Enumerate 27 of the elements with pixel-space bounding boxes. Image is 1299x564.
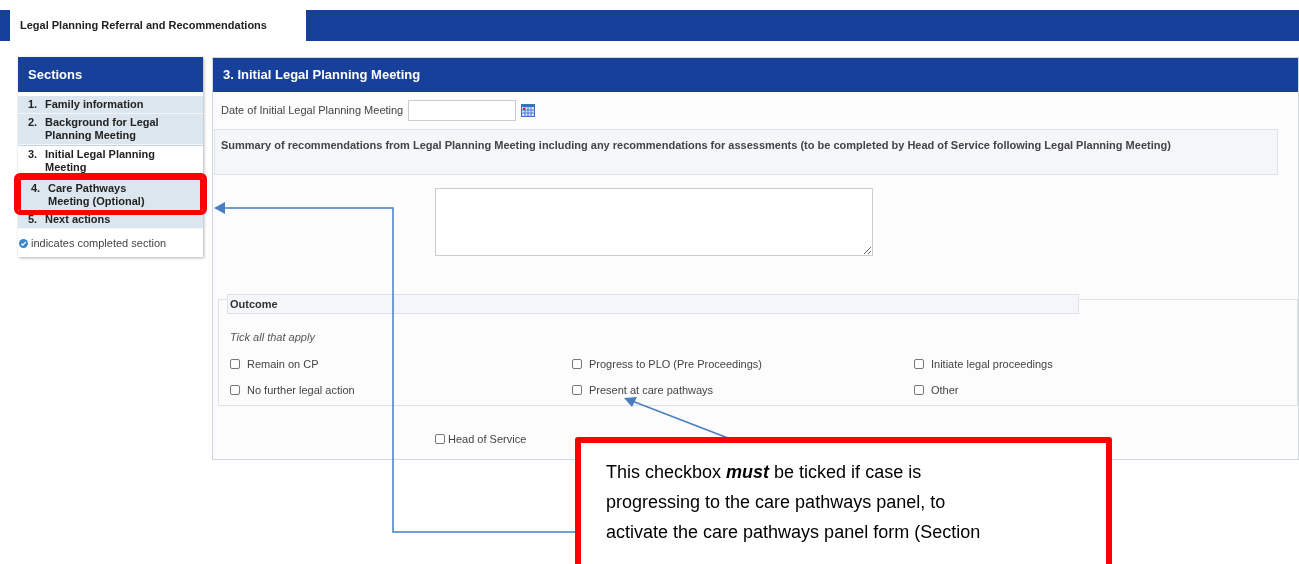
- checkbox-label: Progress to PLO (Pre Proceedings): [589, 356, 763, 372]
- section-link[interactable]: 2. Background for Legal Planning Meeting: [18, 114, 203, 145]
- checkbox[interactable]: [435, 434, 445, 445]
- outcome-legend: Outcome: [227, 294, 1079, 314]
- form-tab[interactable]: Legal Planning Referral and Recommendations: [10, 10, 306, 41]
- checkbox[interactable]: [914, 358, 924, 369]
- checkbox-label: Head of Service: [448, 432, 527, 447]
- calendar-icon[interactable]: [521, 104, 536, 117]
- date-input[interactable]: [408, 100, 517, 121]
- checkbox[interactable]: [572, 385, 582, 396]
- date-label: Date of Initial Legal Planning Meeting: [221, 103, 404, 119]
- checkbox-label: Other: [931, 383, 959, 398]
- legend-text: indicates completed section: [31, 236, 167, 251]
- checkbox-label: Initiate legal proceedings: [931, 356, 1053, 372]
- section-link[interactable]: 1. Family information: [18, 96, 203, 114]
- checkbox[interactable]: [914, 385, 924, 396]
- summary-label: Summary of recommendations from Legal Planning Meeting including any recommendations for assessments (to be completed by Head of Service following Legal Planning Meeting): [221, 138, 1172, 152]
- section-header: 3. Initial Legal Planning Meeting: [213, 58, 1298, 92]
- checkbox[interactable]: [230, 385, 240, 396]
- checkbox-label: Remain on CP: [247, 356, 319, 372]
- checkbox[interactable]: [230, 358, 240, 369]
- outcome-hint: Tick all that apply: [229, 330, 317, 345]
- checkbox-label: No further legal action: [247, 383, 355, 398]
- checkbox[interactable]: [572, 358, 582, 369]
- checkbox-label: Present at care pathways: [589, 383, 714, 398]
- sections-header: Sections: [18, 57, 203, 92]
- callout-text: This checkbox must be ticked if case is progressing to the care pathways panel, to activate the care pathways panel form (Section: [606, 461, 982, 544]
